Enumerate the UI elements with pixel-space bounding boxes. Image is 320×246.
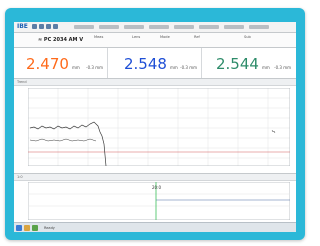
- info-field-2: Lens: [132, 35, 141, 39]
- position-panel: 1:0 20:0: [14, 174, 296, 222]
- readout-3-unit: mm: [262, 65, 270, 70]
- folder-icon[interactable]: [24, 225, 30, 231]
- marker-label: 20:0: [152, 185, 161, 190]
- measurement-title: ≈ PC 2034 AM V: [38, 37, 84, 43]
- readout-1: 2.470 mm -0.3 mm: [14, 48, 108, 78]
- app-window: IBE ≈ PC 2034 AM V Meas Lens Mode Ref Su…: [14, 22, 296, 232]
- trend-plot[interactable]: [28, 88, 290, 166]
- print-icon[interactable]: [53, 24, 58, 29]
- readout-3-value: 2.544: [216, 55, 259, 73]
- position-panel-title: 1:0: [17, 175, 23, 179]
- readout-1-side: -0.3 mm: [86, 65, 103, 70]
- menu-item-3[interactable]: [124, 25, 144, 29]
- info-row: ≈ PC 2034 AM V Meas Lens Mode Ref Sub: [14, 33, 296, 48]
- save-icon[interactable]: [39, 24, 44, 29]
- readout-3-side: -0.3 mm: [274, 65, 291, 70]
- info-field-1: Meas: [94, 35, 104, 39]
- settings-icon[interactable]: [46, 24, 51, 29]
- menu-item-5[interactable]: [174, 25, 194, 29]
- readout-1-value: 2.470: [26, 55, 69, 73]
- menu-item-7[interactable]: [224, 25, 244, 29]
- position-plot[interactable]: 20:0: [28, 182, 290, 220]
- info-field-4: Ref: [194, 35, 200, 39]
- start-icon[interactable]: [16, 225, 22, 231]
- status-text: Ready: [44, 226, 55, 230]
- menu-item-8[interactable]: [249, 25, 269, 29]
- readout-3: 2.544 mm -0.3 mm: [202, 48, 295, 78]
- readout-2: 2.548 mm -0.3 mm: [108, 48, 202, 78]
- trend-chart-panel: Trend: [14, 79, 296, 174]
- signal-trace: [29, 121, 107, 166]
- menu-item-1[interactable]: [74, 25, 94, 29]
- position-panel-header: 1:0: [14, 174, 296, 181]
- open-icon[interactable]: [32, 24, 37, 29]
- menu-item-2[interactable]: [99, 25, 119, 29]
- info-field-5: Sub: [244, 35, 251, 39]
- trend-panel-header: Trend: [14, 79, 296, 86]
- menu-item-4[interactable]: [149, 25, 169, 29]
- readout-2-side: -0.3 mm: [180, 65, 197, 70]
- trend-panel-title: Trend: [17, 80, 27, 84]
- readout-1-unit: mm: [72, 65, 80, 70]
- readout-bar: 2.470 mm -0.3 mm 2.548 mm -0.3 mm 2.544 …: [14, 48, 296, 79]
- app-logo: IBE: [17, 23, 28, 30]
- menu-item-6[interactable]: [199, 25, 219, 29]
- toolbar: IBE: [14, 22, 296, 33]
- taskbar: Ready: [14, 222, 296, 232]
- readout-2-unit: mm: [170, 65, 178, 70]
- readout-2-value: 2.548: [124, 55, 167, 73]
- app-icon[interactable]: [32, 225, 38, 231]
- info-field-3: Mode: [160, 35, 170, 39]
